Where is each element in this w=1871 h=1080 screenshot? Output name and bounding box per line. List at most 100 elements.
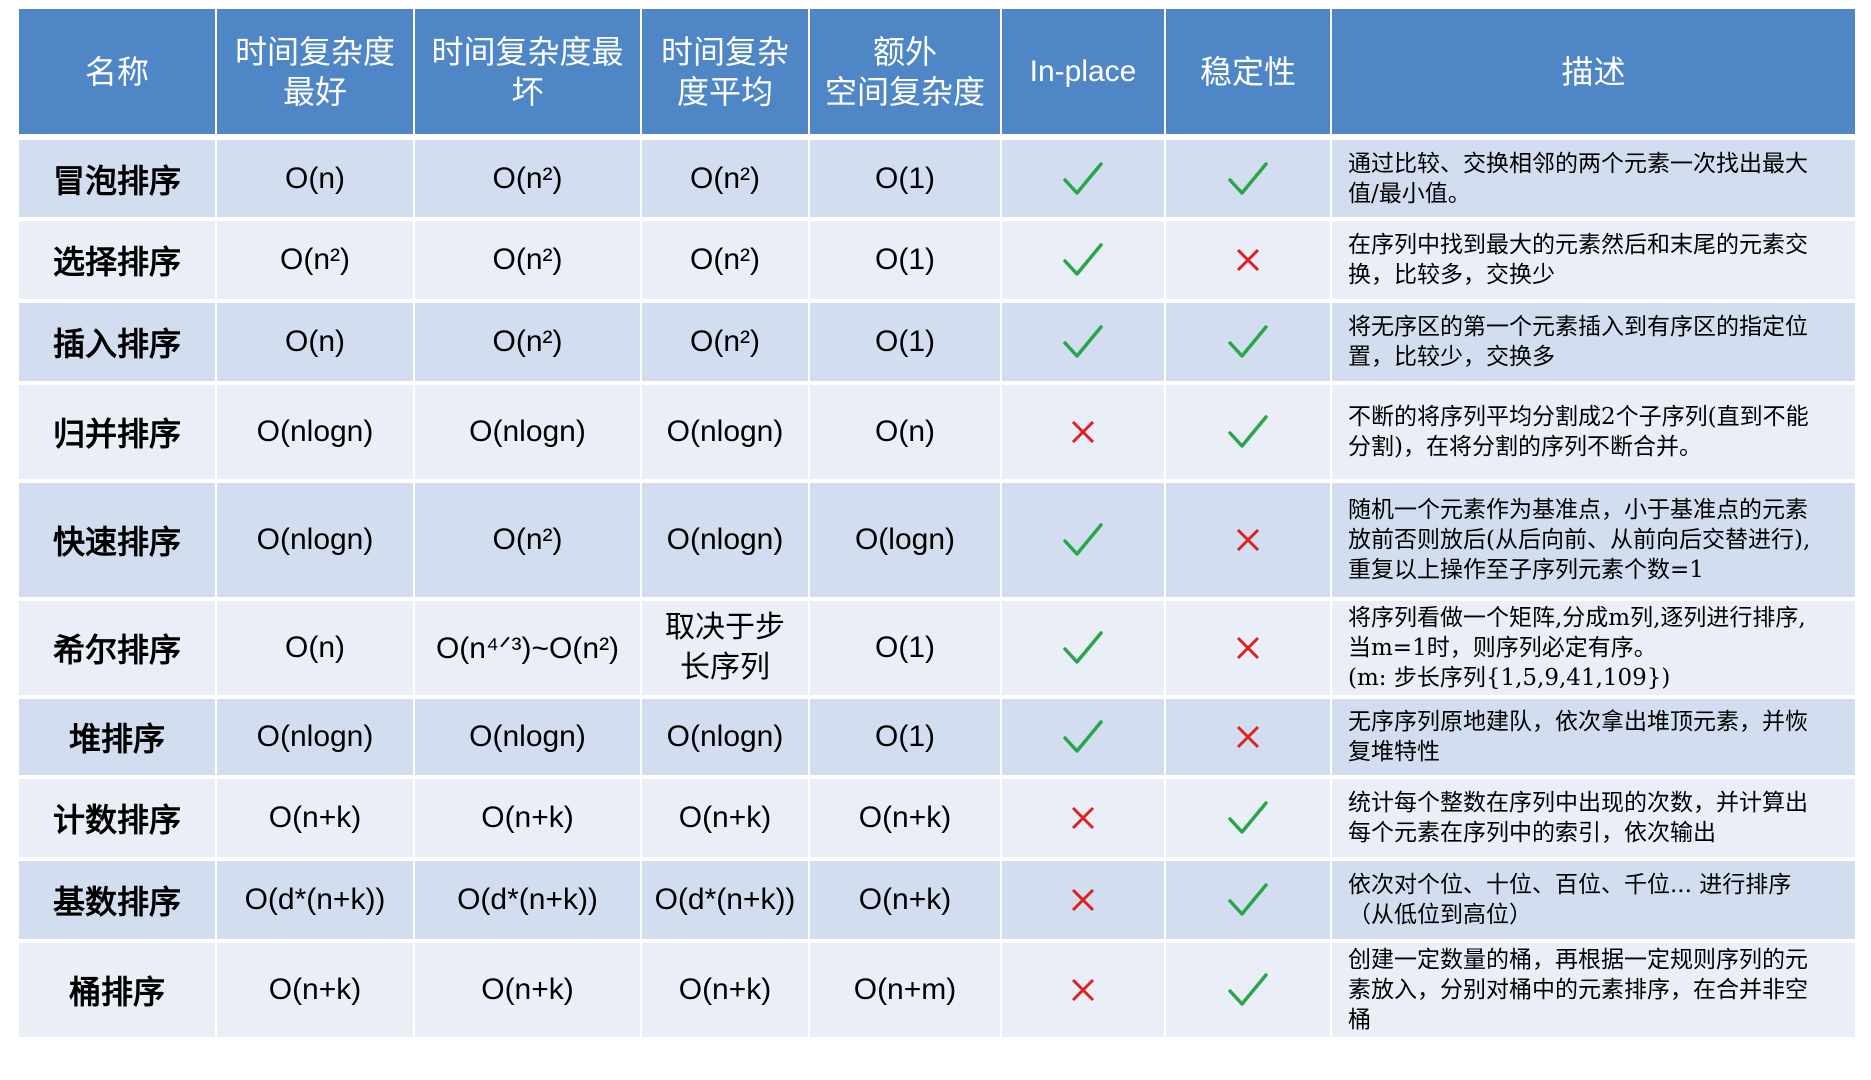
stability-cell bbox=[1165, 941, 1332, 1041]
description-cell: 将序列看做一个矩阵,分成m列,逐列进行排序, 当m=1时，则序列必定有序。 (m… bbox=[1331, 599, 1855, 699]
cross-icon bbox=[1002, 419, 1164, 445]
time-average-cell: O(d*(n+k)) bbox=[641, 859, 810, 943]
stability-cell bbox=[1165, 219, 1332, 303]
time-worst-cell: O(n²) bbox=[414, 301, 642, 385]
header-name: 名称 bbox=[19, 9, 217, 140]
time-worst-cell: O(n+k) bbox=[414, 941, 642, 1041]
extra-space-cell: O(logn) bbox=[809, 481, 1002, 601]
algorithm-name: 基数排序 bbox=[19, 859, 217, 943]
in-place-cell bbox=[1001, 219, 1166, 303]
extra-space-cell: O(1) bbox=[809, 599, 1002, 699]
description-cell: 通过比较、交换相邻的两个元素一次找出最大 值/最小值。 bbox=[1331, 137, 1855, 221]
time-average-cell: 取决于步 长序列 bbox=[641, 599, 810, 699]
stability-cell bbox=[1165, 481, 1332, 601]
in-place-cell bbox=[1001, 697, 1166, 779]
time-average-cell: O(n+k) bbox=[641, 941, 810, 1041]
extra-space-cell: O(1) bbox=[809, 301, 1002, 385]
header-extra-space: 额外 空间复杂度 bbox=[809, 9, 1002, 140]
table-row: 插入排序 O(n) O(n²) O(n²) O(1) 将无序区的第一个元素插入到有序区的指… bbox=[19, 301, 1855, 385]
time-worst-cell: O(nlogn) bbox=[414, 697, 642, 779]
table-row: 桶排序 O(n+k) O(n+k) O(n+k) O(n+m) 创建一定数量的桶，再根据一… bbox=[19, 941, 1855, 1041]
time-average-cell: O(n+k) bbox=[641, 777, 810, 861]
header-row: 名称 时间复杂度 最好 时间复杂度最 坏 时间复杂 度平均 额外 空间复杂度 I… bbox=[19, 9, 1855, 140]
algorithm-name: 堆排序 bbox=[19, 697, 217, 779]
stability-cell bbox=[1165, 301, 1332, 385]
cross-icon bbox=[1166, 247, 1330, 273]
time-worst-cell: O(n²) bbox=[414, 219, 642, 303]
stability-cell bbox=[1165, 697, 1332, 779]
time-best-cell: O(n²) bbox=[216, 219, 415, 303]
time-best-cell: O(nlogn) bbox=[216, 383, 415, 483]
check-icon bbox=[1166, 971, 1330, 1009]
description-cell: 将无序区的第一个元素插入到有序区的指定位 置，比较少，交换多 bbox=[1331, 301, 1855, 385]
check-icon bbox=[1166, 413, 1330, 451]
table-row: 堆排序 O(nlogn) O(nlogn) O(nlogn) O(1) 无序序列原地建队，… bbox=[19, 697, 1855, 779]
time-best-cell: O(n) bbox=[216, 137, 415, 221]
time-average-cell: O(nlogn) bbox=[641, 697, 810, 779]
check-icon bbox=[1002, 241, 1164, 279]
description-cell: 在序列中找到最大的元素然后和末尾的元素交 换，比较多，交换少 bbox=[1331, 219, 1855, 303]
stability-cell bbox=[1165, 137, 1332, 221]
algorithm-name: 桶排序 bbox=[19, 941, 217, 1041]
check-icon bbox=[1166, 323, 1330, 361]
description-cell: 创建一定数量的桶，再根据一定规则序列的元 素放入，分别对桶中的元素排序，在合并非… bbox=[1331, 941, 1855, 1041]
description-cell: 不断的将序列平均分割成2个子序列(直到不能 分割)，在将分割的序列不断合并。 bbox=[1331, 383, 1855, 483]
description-cell: 统计每个整数在序列中出现的次数，并计算出 每个元素在序列中的索引，依次输出 bbox=[1331, 777, 1855, 861]
cross-icon bbox=[1002, 805, 1164, 831]
time-worst-cell: O(d*(n+k)) bbox=[414, 859, 642, 943]
check-icon bbox=[1166, 799, 1330, 837]
in-place-cell bbox=[1001, 137, 1166, 221]
time-best-cell: O(n) bbox=[216, 599, 415, 699]
time-worst-cell: O(n+k) bbox=[414, 777, 642, 861]
header-stability: 稳定性 bbox=[1165, 9, 1332, 140]
cross-icon bbox=[1166, 635, 1330, 661]
table-row: 冒泡排序 O(n) O(n²) O(n²) O(1) 通过比较、交换相邻的两个元素一次找出… bbox=[19, 137, 1855, 221]
table-row: 选择排序 O(n²) O(n²) O(n²) O(1) 在序列中找到最大的元素然后和末尾的… bbox=[19, 219, 1855, 303]
time-best-cell: O(n) bbox=[216, 301, 415, 385]
table-row: 基数排序 O(d*(n+k)) O(d*(n+k)) O(d*(n+k)) O(n+k)… bbox=[19, 859, 1855, 943]
time-worst-cell: O(n⁴ᐟ³)~O(n²) bbox=[414, 599, 642, 699]
algorithm-name: 冒泡排序 bbox=[19, 137, 217, 221]
algorithm-name: 插入排序 bbox=[19, 301, 217, 385]
header-time-average: 时间复杂 度平均 bbox=[641, 9, 810, 140]
check-icon bbox=[1002, 718, 1164, 756]
header-description: 描述 bbox=[1331, 9, 1855, 140]
time-worst-cell: O(n²) bbox=[414, 137, 642, 221]
extra-space-cell: O(n+k) bbox=[809, 859, 1002, 943]
stability-cell bbox=[1165, 599, 1332, 699]
description-cell: 依次对个位、十位、百位、千位... 进行排序 （从低位到高位） bbox=[1331, 859, 1855, 943]
table-row: 计数排序 O(n+k) O(n+k) O(n+k) O(n+k) 统计每个整数在序列中出现… bbox=[19, 777, 1855, 861]
description-cell: 随机一个元素作为基准点，小于基准点的元素 放前否则放后(从后向前、从前向后交替进… bbox=[1331, 481, 1855, 601]
table-body: 冒泡排序 O(n) O(n²) O(n²) O(1) 通过比较、交换相邻的两个元素一次找出… bbox=[19, 137, 1855, 1041]
check-icon bbox=[1166, 881, 1330, 919]
time-average-cell: O(nlogn) bbox=[641, 383, 810, 483]
table-row: 归并排序 O(nlogn) O(nlogn) O(nlogn) O(n) 不断的将序列平均… bbox=[19, 383, 1855, 483]
in-place-cell bbox=[1001, 383, 1166, 483]
table-row: 希尔排序 O(n) O(n⁴ᐟ³)~O(n²) 取决于步 长序列 O(1) 将序列看做一个… bbox=[19, 599, 1855, 699]
extra-space-cell: O(n+k) bbox=[809, 777, 1002, 861]
stability-cell bbox=[1165, 777, 1332, 861]
cross-icon bbox=[1166, 527, 1330, 553]
time-average-cell: O(nlogn) bbox=[641, 481, 810, 601]
extra-space-cell: O(n+m) bbox=[809, 941, 1002, 1041]
description-cell: 无序序列原地建队，依次拿出堆顶元素，并恢 复堆特性 bbox=[1331, 697, 1855, 779]
header-time-best: 时间复杂度 最好 bbox=[216, 9, 415, 140]
extra-space-cell: O(1) bbox=[809, 137, 1002, 221]
check-icon bbox=[1002, 323, 1164, 361]
time-best-cell: O(n+k) bbox=[216, 777, 415, 861]
in-place-cell bbox=[1001, 941, 1166, 1041]
stability-cell bbox=[1165, 383, 1332, 483]
extra-space-cell: O(1) bbox=[809, 697, 1002, 779]
time-best-cell: O(nlogn) bbox=[216, 481, 415, 601]
time-average-cell: O(n²) bbox=[641, 137, 810, 221]
check-icon bbox=[1002, 521, 1164, 559]
time-worst-cell: O(n²) bbox=[414, 481, 642, 601]
table-row: 快速排序 O(nlogn) O(n²) O(nlogn) O(logn) 随机一个元素作为… bbox=[19, 481, 1855, 601]
cross-icon bbox=[1002, 977, 1164, 1003]
cross-icon bbox=[1166, 724, 1330, 750]
algorithm-name: 计数排序 bbox=[19, 777, 217, 861]
extra-space-cell: O(1) bbox=[809, 219, 1002, 303]
in-place-cell bbox=[1001, 481, 1166, 601]
algorithm-name: 快速排序 bbox=[19, 481, 217, 601]
stability-cell bbox=[1165, 859, 1332, 943]
